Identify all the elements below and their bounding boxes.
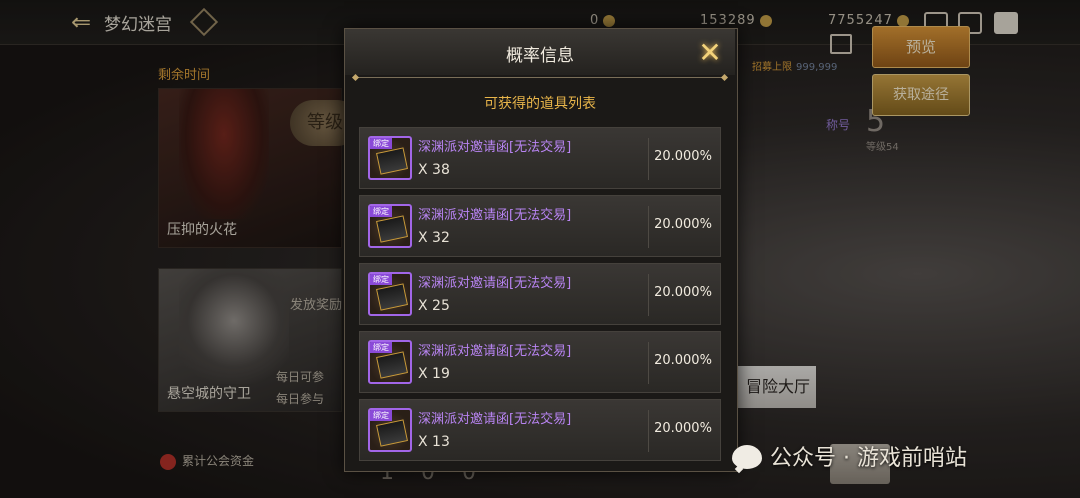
invitation-item-icon[interactable]: 绑定 bbox=[368, 272, 412, 316]
item-name: 深渊派对邀请函[无法交易] bbox=[418, 208, 572, 223]
item-name: 深渊派对邀请函[无法交易] bbox=[418, 140, 572, 155]
bound-tag: 绑定 bbox=[370, 410, 392, 421]
wechat-icon bbox=[732, 445, 762, 469]
bound-tag: 绑定 bbox=[370, 138, 392, 149]
item-probability: 20.000% bbox=[654, 217, 712, 232]
item-quantity: X 19 bbox=[418, 366, 450, 382]
row-divider bbox=[648, 274, 649, 316]
list-item: 绑定 深渊派对邀请函[无法交易] X 13 20.000% bbox=[359, 399, 721, 461]
watermark: 公众号 · 游戏前哨站 bbox=[732, 440, 967, 472]
modal-title: 概率信息 bbox=[506, 46, 574, 66]
list-item: 绑定 深渊派对邀请函[无法交易] X 25 20.000% bbox=[359, 263, 721, 325]
item-probability: 20.000% bbox=[654, 421, 712, 436]
invitation-item-icon[interactable]: 绑定 bbox=[368, 340, 412, 384]
modal-header: 概率信息 ✕ bbox=[345, 29, 735, 75]
header-divider bbox=[355, 77, 725, 78]
envelope-icon bbox=[376, 351, 408, 379]
bound-tag: 绑定 bbox=[370, 274, 392, 285]
invitation-item-icon[interactable]: 绑定 bbox=[368, 136, 412, 180]
probability-modal: 概率信息 ✕ 可获得的道具列表 绑定 深渊派对邀请函[无法交易] X 38 20… bbox=[344, 28, 738, 472]
item-name: 深渊派对邀请函[无法交易] bbox=[418, 412, 572, 427]
row-divider bbox=[648, 206, 649, 248]
item-probability: 20.000% bbox=[654, 149, 712, 164]
envelope-icon bbox=[376, 283, 408, 311]
item-probability: 20.000% bbox=[654, 285, 712, 300]
close-x-icon[interactable]: ✕ bbox=[695, 38, 725, 68]
item-quantity: X 13 bbox=[418, 434, 450, 450]
list-item: 绑定 深渊派对邀请函[无法交易] X 38 20.000% bbox=[359, 127, 721, 189]
item-name: 深渊派对邀请函[无法交易] bbox=[418, 276, 572, 291]
item-quantity: X 25 bbox=[418, 298, 450, 314]
row-divider bbox=[648, 410, 649, 452]
envelope-icon bbox=[376, 215, 408, 243]
item-name: 深渊派对邀请函[无法交易] bbox=[418, 344, 572, 359]
invitation-item-icon[interactable]: 绑定 bbox=[368, 204, 412, 248]
row-divider bbox=[648, 138, 649, 180]
bound-tag: 绑定 bbox=[370, 206, 392, 217]
item-probability: 20.000% bbox=[654, 353, 712, 368]
item-quantity: X 38 bbox=[418, 162, 450, 178]
bound-tag: 绑定 bbox=[370, 342, 392, 353]
item-quantity: X 32 bbox=[418, 230, 450, 246]
list-item: 绑定 深渊派对邀请函[无法交易] X 32 20.000% bbox=[359, 195, 721, 257]
envelope-icon bbox=[376, 419, 408, 447]
list-item: 绑定 深渊派对邀请函[无法交易] X 19 20.000% bbox=[359, 331, 721, 393]
item-list-subtitle: 可获得的道具列表 bbox=[484, 96, 596, 112]
envelope-icon bbox=[376, 147, 408, 175]
invitation-item-icon[interactable]: 绑定 bbox=[368, 408, 412, 452]
row-divider bbox=[648, 342, 649, 384]
watermark-text: 公众号 · 游戏前哨站 bbox=[770, 446, 967, 471]
item-list[interactable]: 绑定 深渊派对邀请函[无法交易] X 38 20.000% 绑定 深渊派对邀请函… bbox=[359, 127, 723, 471]
